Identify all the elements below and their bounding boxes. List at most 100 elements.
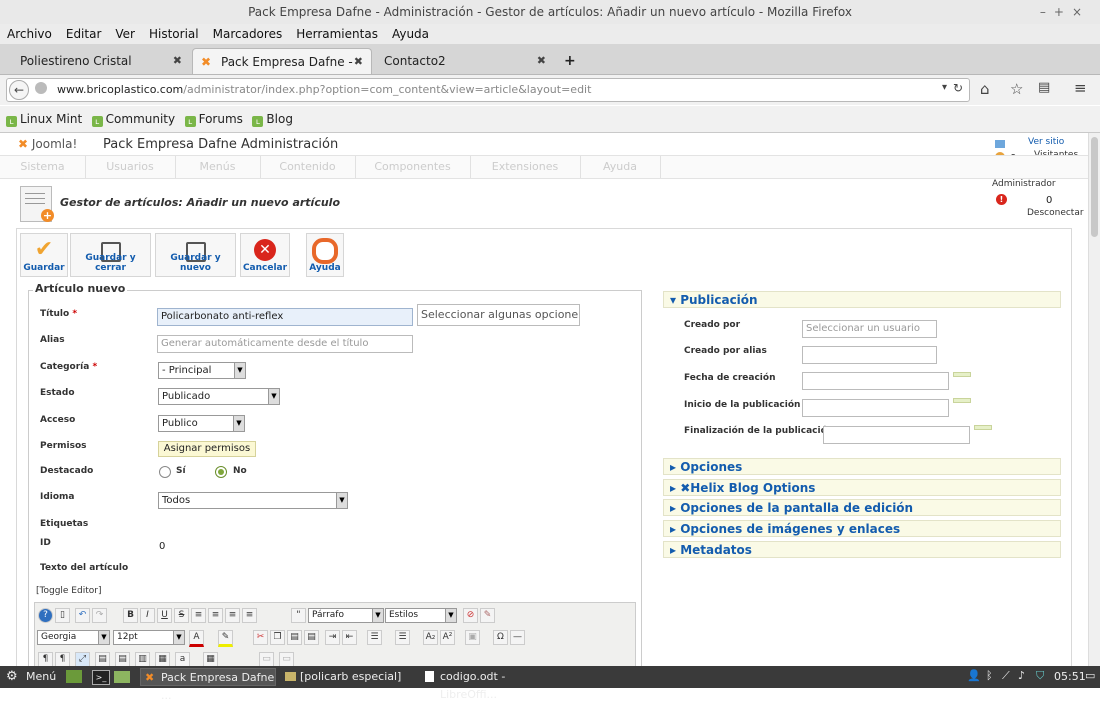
save-new-button[interactable]: Guardar y nuevo	[155, 233, 236, 277]
start-menu-button[interactable]: Menú	[26, 670, 56, 683]
help-icon[interactable]: ?	[38, 608, 53, 623]
horizontal-rule-icon[interactable]: —	[510, 630, 525, 645]
close-icon[interactable]: ×	[1072, 5, 1090, 19]
menu-herramientas[interactable]: Herramientas	[289, 24, 385, 44]
terminal-icon[interactable]: >_	[92, 670, 110, 685]
task-libreoffice[interactable]: codigo.odt - LibreOffi...	[420, 668, 556, 701]
nav-extensiones[interactable]: Extensiones	[470, 156, 581, 178]
scrollbar-thumb[interactable]	[1091, 137, 1098, 237]
menu-marcadores[interactable]: Marcadores	[206, 24, 290, 44]
styles-select[interactable]: Estilos ▼	[385, 608, 457, 623]
home-icon[interactable]: ⌂	[980, 80, 990, 98]
toggle-editor-link[interactable]: [Toggle Editor]	[36, 586, 101, 596]
align-left-icon[interactable]: ≡	[191, 608, 206, 623]
strikethrough-icon[interactable]: S	[174, 608, 189, 623]
menu-ayuda[interactable]: Ayuda	[385, 24, 436, 44]
close-tab-icon[interactable]: ✖	[173, 48, 182, 74]
created-alias-input[interactable]	[802, 346, 937, 364]
show-desktop-icon[interactable]	[66, 670, 82, 683]
subscript-icon[interactable]: A₂	[423, 630, 438, 645]
nav-ayuda[interactable]: Ayuda	[580, 156, 661, 178]
window-controls[interactable]: –+×	[1040, 0, 1090, 24]
state-select[interactable]: Publicado ▼	[158, 388, 280, 405]
tags-select[interactable]: Seleccionar algunas opcione	[417, 304, 580, 326]
cancel-button[interactable]: ✕ Cancelar	[240, 233, 290, 277]
created-by-select[interactable]: Seleccionar un usuario	[802, 320, 937, 338]
calendar-button[interactable]	[953, 372, 971, 377]
options-section[interactable]: ▸ Opciones	[663, 458, 1061, 475]
calendar-button[interactable]	[953, 398, 971, 403]
bookmark-star-icon[interactable]: ☆	[1010, 80, 1023, 98]
clear-formatting-icon[interactable]: ⊘	[463, 608, 478, 623]
outdent-icon[interactable]: ⇤	[342, 630, 357, 645]
bold-icon[interactable]: B	[123, 608, 138, 623]
shield-icon[interactable]: ⛉	[1036, 669, 1044, 683]
reading-list-icon[interactable]: ▤	[1038, 80, 1050, 95]
back-icon[interactable]: ←	[9, 80, 29, 100]
blockquote-icon[interactable]: "	[291, 608, 306, 623]
menu-archivo[interactable]: Archivo	[0, 24, 59, 44]
bookmark-blog[interactable]: ʟ Blog	[252, 106, 293, 132]
insert-table-icon[interactable]: ▦	[203, 652, 218, 667]
cleanup-icon[interactable]: ✎	[480, 608, 495, 623]
nav-contenido[interactable]: Contenido	[260, 156, 356, 178]
ltr-icon[interactable]: ¶	[38, 652, 53, 667]
close-tab-icon[interactable]: ✖	[537, 48, 546, 74]
featured-no-radio[interactable]	[215, 466, 227, 478]
tab-poliestireno[interactable]: Poliestireno Cristal ✖	[10, 48, 190, 74]
align-center-icon[interactable]: ≡	[208, 608, 223, 623]
special-character-icon[interactable]: Ω	[493, 630, 508, 645]
language-select[interactable]: Todos ▼	[158, 492, 348, 509]
page-scrollbar[interactable]	[1088, 133, 1100, 666]
cut-icon[interactable]: ✂	[253, 630, 268, 645]
chat-icon[interactable]: ▭	[1085, 669, 1095, 682]
print-icon[interactable]: ▥	[135, 652, 150, 667]
nav-sistema[interactable]: Sistema	[0, 156, 86, 178]
italic-icon[interactable]: I	[140, 608, 155, 623]
edit-screen-options-section[interactable]: ▸ Opciones de la pantalla de edición	[663, 499, 1061, 516]
network-icon[interactable]: ⟋	[1002, 669, 1010, 683]
copy-icon[interactable]: ❐	[270, 630, 285, 645]
superscript-icon[interactable]: A²	[440, 630, 455, 645]
helix-blog-options-section[interactable]: ▸ ✖Helix Blog Options	[663, 479, 1061, 496]
fullscreen-icon[interactable]: ⤢	[75, 652, 90, 667]
created-date-input[interactable]	[802, 372, 949, 390]
table-cell-icon[interactable]: ▭	[279, 652, 294, 667]
publish-up-input[interactable]	[802, 399, 949, 417]
access-select[interactable]: Publico ▼	[158, 415, 245, 432]
save-button[interactable]: ✔ Guardar	[20, 233, 68, 277]
font-size-select[interactable]: 12pt ▼	[113, 630, 185, 645]
alias-input[interactable]: Generar automáticamente desde el título	[157, 335, 413, 353]
nav-componentes[interactable]: Componentes	[355, 156, 471, 178]
nav-menus[interactable]: Menús	[175, 156, 261, 178]
publication-header[interactable]: ▾ Publicación	[663, 291, 1061, 308]
close-tab-icon[interactable]: ✖	[354, 49, 363, 75]
tab-pack-empresa[interactable]: ✖ Pack Empresa Dafne - Ad... ✖	[192, 48, 372, 95]
align-right-icon[interactable]: ≡	[225, 608, 240, 623]
metadata-section[interactable]: ▸ Metadatos	[663, 541, 1061, 558]
nav-usuarios[interactable]: Usuarios	[85, 156, 176, 178]
indent-icon[interactable]: ⇥	[325, 630, 340, 645]
bullet-list-icon[interactable]: ☰	[395, 630, 410, 645]
minimize-icon[interactable]: –	[1040, 5, 1054, 19]
site-info-icon[interactable]	[35, 82, 47, 94]
hamburger-menu-icon[interactable]: ≡	[1074, 79, 1087, 97]
redo-icon[interactable]: ↷	[92, 608, 107, 623]
preview-icon[interactable]: ▤	[115, 652, 130, 667]
insert-image-icon[interactable]: ▣	[465, 630, 480, 645]
assign-permissions-button[interactable]: Asignar permisos	[158, 441, 256, 457]
task-firefox[interactable]: ✖ Pack Empresa Dafne ...	[140, 668, 276, 702]
menu-historial[interactable]: Historial	[142, 24, 206, 44]
numbered-list-icon[interactable]: ☰	[367, 630, 382, 645]
logout-link[interactable]: Desconectar	[1027, 208, 1084, 218]
source-code-icon[interactable]: ▤	[95, 652, 110, 667]
paragraph-format-select[interactable]: Párrafo ▼	[308, 608, 384, 623]
font-family-select[interactable]: Georgia ▼	[37, 630, 110, 645]
title-input[interactable]: Policarbonato anti-reflex	[157, 308, 413, 326]
calendar-button[interactable]	[974, 425, 992, 430]
maximize-icon[interactable]: +	[1054, 5, 1072, 19]
tab-contacto2[interactable]: Contacto2 ✖	[374, 48, 554, 74]
view-site-link[interactable]: Ver sitio	[1028, 137, 1064, 147]
user-icon[interactable]: 👤	[967, 669, 981, 682]
menu-editar[interactable]: Editar	[59, 24, 109, 44]
